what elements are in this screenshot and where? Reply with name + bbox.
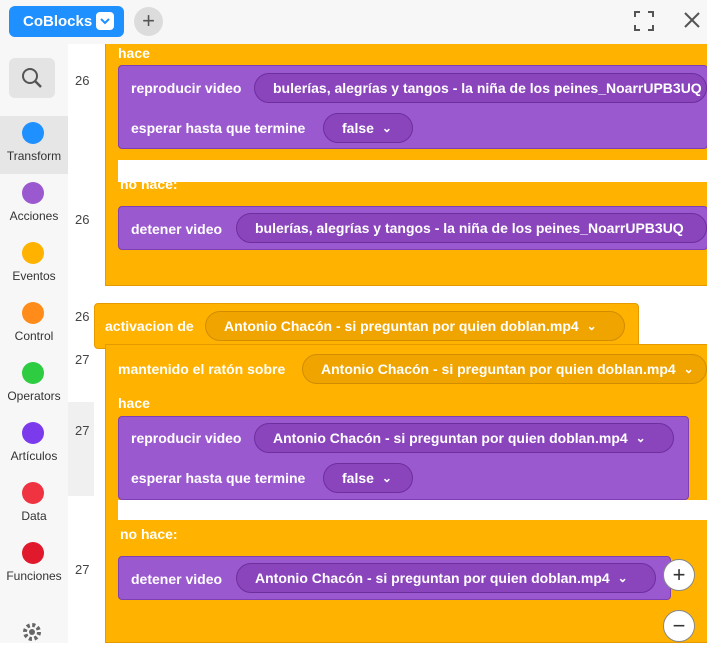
- false-dropdown[interactable]: false ⌄: [323, 463, 413, 493]
- video-dropdown[interactable]: Antonio Chacón - si preguntan por quien …: [236, 563, 656, 593]
- wait-label: esperar hasta que termine: [131, 120, 306, 136]
- eventos-icon: [22, 242, 44, 264]
- category-label: Control: [14, 329, 54, 343]
- category-acciones[interactable]: Acciones: [0, 176, 68, 234]
- false-dropdown[interactable]: false ⌄: [323, 113, 413, 143]
- category-data[interactable]: Data: [0, 476, 68, 534]
- zoom-out-button[interactable]: −: [663, 610, 695, 642]
- top-bar: CoBlocks +: [0, 0, 707, 44]
- zoom-in-button[interactable]: +: [663, 559, 695, 591]
- no-hace-label: no hace:: [120, 526, 178, 542]
- video-dropdown[interactable]: bulerías, alegrías y tangos - la niña de…: [254, 73, 707, 103]
- transform-icon: [22, 122, 44, 144]
- video-name: Antonio Chacón - si preguntan por quien …: [273, 430, 628, 446]
- object-name: Antonio Chacón - si preguntan por quien …: [224, 318, 579, 334]
- object-dropdown[interactable]: Antonio Chacón - si preguntan por quien …: [205, 311, 625, 341]
- category-operators[interactable]: Operators: [0, 356, 68, 414]
- data-icon: [22, 482, 44, 504]
- chevron-down-icon: ⌄: [586, 319, 597, 333]
- category-label: Funciones: [6, 569, 62, 583]
- video-dropdown[interactable]: bulerías, alegrías y tangos - la niña de…: [236, 213, 707, 243]
- false-value: false: [342, 470, 374, 486]
- video-dropdown[interactable]: Antonio Chacón - si preguntan por quien …: [254, 423, 674, 453]
- add-tab-button[interactable]: +: [134, 7, 163, 36]
- chevron-down-icon: ⌄: [381, 471, 392, 485]
- hace-label: hace: [118, 395, 150, 411]
- chevron-down-icon: [96, 12, 114, 30]
- line-highlight: [68, 402, 94, 496]
- hace-label: hace: [118, 45, 150, 61]
- stop-video-label: detener video: [131, 221, 223, 237]
- play-video-label: reproducir video: [131, 430, 242, 446]
- chevron-down-icon: ⌄: [381, 121, 392, 135]
- hover-label: mantenido el ratón sobre: [118, 361, 286, 377]
- category-funciones[interactable]: Funciones: [0, 536, 68, 594]
- operators-icon: [22, 362, 44, 384]
- video-name: bulerías, alegrías y tangos - la niña de…: [273, 80, 702, 96]
- category-transform[interactable]: Transform: [0, 116, 68, 174]
- search-icon: [22, 68, 42, 88]
- category-label: Operators: [7, 389, 61, 403]
- wait-label: esperar hasta que termine: [131, 470, 306, 486]
- app-selector-button[interactable]: CoBlocks: [9, 6, 124, 37]
- close-icon[interactable]: [682, 10, 702, 35]
- category-articulos[interactable]: Artículos: [0, 416, 68, 474]
- chevron-down-icon: ⌄: [635, 431, 646, 445]
- block-gap: [118, 160, 707, 182]
- activation-label: activacion de: [105, 318, 194, 334]
- search-button[interactable]: [9, 58, 55, 98]
- object-name: Antonio Chacón - si preguntan por quien …: [321, 361, 676, 377]
- chevron-down-icon: ⌄: [617, 571, 628, 585]
- video-name: Antonio Chacón - si preguntan por quien …: [255, 570, 610, 586]
- category-label: Artículos: [10, 449, 58, 463]
- block-gap: [118, 500, 707, 520]
- category-label: Acciones: [9, 209, 59, 223]
- category-label: Eventos: [12, 269, 56, 283]
- line-number: 26: [75, 212, 90, 227]
- line-number: 26: [75, 73, 90, 88]
- fullscreen-icon[interactable]: [633, 10, 655, 37]
- acciones-icon: [22, 182, 44, 204]
- line-number: 27: [75, 562, 90, 577]
- video-name: bulerías, alegrías y tangos - la niña de…: [255, 220, 684, 236]
- category-eventos[interactable]: Eventos: [0, 236, 68, 294]
- category-label: Transform: [6, 149, 62, 163]
- stop-video-label: detener video: [131, 571, 223, 587]
- app-name: CoBlocks: [23, 13, 93, 30]
- category-sidebar: Transform Acciones Eventos Control Opera…: [0, 44, 68, 643]
- articulos-icon: [22, 422, 44, 444]
- category-label: Data: [21, 509, 47, 523]
- chevron-down-icon: ⌄: [683, 362, 694, 376]
- category-control[interactable]: Control: [0, 296, 68, 354]
- line-number: 27: [75, 423, 90, 438]
- line-number: 26: [75, 309, 90, 324]
- play-video-label: reproducir video: [131, 80, 242, 96]
- false-value: false: [342, 120, 374, 136]
- gear-icon[interactable]: [20, 620, 44, 649]
- block-workspace[interactable]: 26 26 26 27 27 27 hace no hace: reproduc…: [68, 44, 707, 643]
- funciones-icon: [22, 542, 44, 564]
- no-hace-label: no hace:: [120, 176, 178, 192]
- line-number: 27: [75, 352, 90, 367]
- control-icon: [22, 302, 44, 324]
- object-dropdown[interactable]: Antonio Chacón - si preguntan por quien …: [302, 354, 707, 384]
